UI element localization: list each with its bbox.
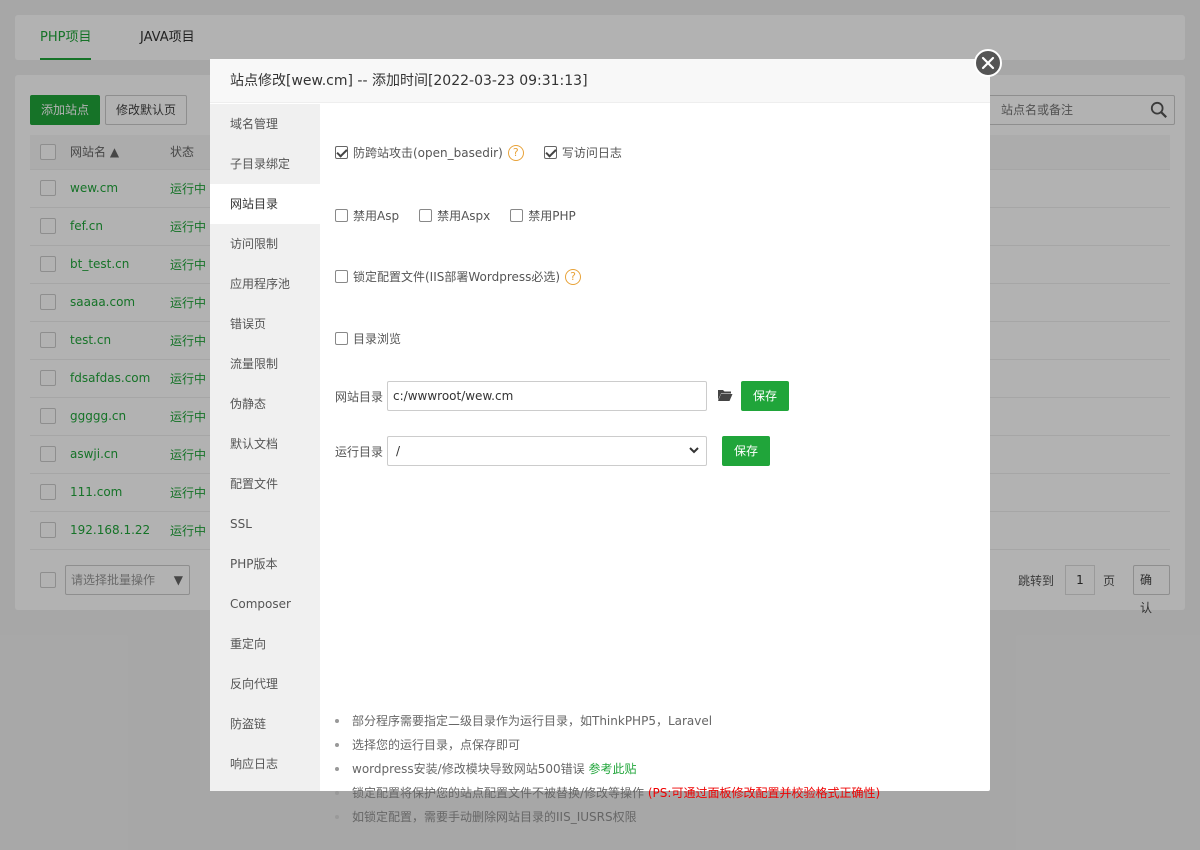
run-dir-select[interactable]: / [387, 436, 708, 466]
disable-aspx-label: 禁用Aspx [437, 209, 491, 223]
site-edit-modal: 站点修改[wew.cm] -- 添加时间[2022-03-23 09:31:13… [210, 59, 990, 824]
site-dir-label: 网站目录 [335, 389, 384, 404]
list-item: 部分程序需要指定二级目录作为运行目录，如ThinkPHP5，Laravel [335, 709, 880, 733]
sidebar-item[interactable]: 伪静态 [210, 384, 320, 424]
access-log-checkbox[interactable] [543, 146, 557, 159]
sidebar-item[interactable]: PHP版本 [210, 544, 320, 584]
site-directory-panel: 防跨站攻击(open_basedir) ? 写访问日志 禁用Asp 禁用Aspx… [320, 104, 990, 824]
lock-config-label: 锁定配置文件(IIS部署Wordpress必选) [353, 270, 561, 284]
help-icon[interactable]: ? [507, 144, 524, 161]
close-button[interactable] [974, 49, 1002, 77]
site-dir-input[interactable]: c:/wwwroot/wew.cm [387, 381, 708, 411]
warning-note: (PS:可通过面板修改配置并校验格式正确性) [647, 786, 881, 800]
anti-xss-label: 防跨站攻击(open_basedir) [353, 146, 503, 160]
access-log-option[interactable]: 写访问日志 [543, 144, 622, 161]
access-log-label: 写访问日志 [561, 146, 622, 160]
sidebar-item[interactable]: 网站目录 [210, 184, 320, 224]
sidebar-item[interactable]: 重定向 [210, 624, 320, 664]
sidebar-item[interactable]: SSL [210, 504, 320, 544]
folder-open-icon[interactable] [717, 388, 733, 405]
disable-php-label: 禁用PHP [528, 209, 576, 223]
sidebar-item[interactable]: 响应日志 [210, 744, 320, 784]
anti-xss-option[interactable]: 防跨站攻击(open_basedir) ? [335, 144, 524, 161]
list-item: 锁定配置将保护您的站点配置文件不被替换/修改等操作 (PS:可通过面板修改配置并… [335, 781, 880, 805]
tips-list: 部分程序需要指定二级目录作为运行目录，如ThinkPHP5，Laravel 选择… [335, 709, 880, 829]
list-item: wordpress安装/修改模块导致网站500错误 参考此贴 [335, 757, 880, 781]
lock-config-checkbox[interactable] [335, 270, 348, 283]
sidebar-item[interactable]: 流量限制 [210, 344, 320, 384]
list-item: 如锁定配置，需要手动删除网站目录的IIS_IUSRS权限 [335, 805, 880, 829]
chevron-down-icon [689, 447, 699, 454]
dir-browse-label: 目录浏览 [353, 332, 402, 346]
disable-php-option[interactable]: 禁用PHP [510, 207, 576, 224]
disable-php-checkbox[interactable] [510, 209, 524, 222]
modal-title: 站点修改[wew.cm] -- 添加时间[2022-03-23 09:31:13… [210, 59, 990, 103]
modal-sidebar: 域名管理 子目录绑定 网站目录 访问限制 应用程序池 错误页 流量限制 伪静态 默认文档 配置文件… [210, 104, 320, 791]
site-dir-save-button[interactable]: 保存 [741, 381, 790, 411]
sidebar-item[interactable]: 子目录绑定 [210, 144, 320, 184]
dir-browse-option[interactable]: 目录浏览 [335, 330, 401, 347]
sidebar-item[interactable]: 应用程序池 [210, 264, 320, 304]
disable-asp-option[interactable]: 禁用Asp [335, 207, 399, 224]
anti-xss-checkbox[interactable] [335, 146, 348, 159]
reference-link[interactable]: 参考此贴 [588, 762, 636, 776]
help-icon[interactable]: ? [565, 268, 582, 285]
disable-aspx-checkbox[interactable] [419, 209, 433, 222]
dir-browse-checkbox[interactable] [335, 332, 348, 345]
disable-aspx-option[interactable]: 禁用Aspx [419, 207, 490, 224]
sidebar-item[interactable]: 默认文档 [210, 424, 320, 464]
run-dir-save-button[interactable]: 保存 [722, 436, 771, 466]
sidebar-item[interactable]: 访问限制 [210, 224, 320, 264]
close-icon [981, 56, 995, 70]
sidebar-item[interactable]: Composer [210, 584, 320, 624]
disable-asp-label: 禁用Asp [353, 209, 400, 223]
disable-asp-checkbox[interactable] [335, 209, 348, 222]
sidebar-item[interactable]: 配置文件 [210, 464, 320, 504]
sidebar-item[interactable]: 域名管理 [210, 104, 320, 144]
sidebar-item[interactable]: 错误页 [210, 304, 320, 344]
list-item: 选择您的运行目录，点保存即可 [335, 733, 880, 757]
run-dir-label: 运行目录 [335, 444, 384, 459]
sidebar-item[interactable]: 防盗链 [210, 704, 320, 744]
sidebar-item[interactable]: 反向代理 [210, 664, 320, 704]
lock-config-option[interactable]: 锁定配置文件(IIS部署Wordpress必选) ? [335, 268, 582, 285]
